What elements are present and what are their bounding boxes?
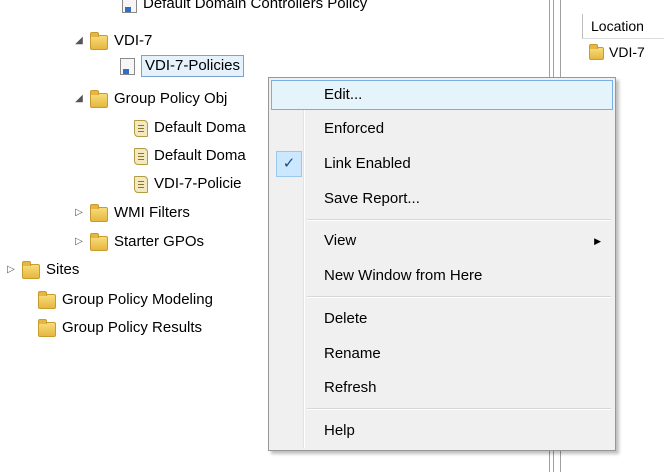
menu-item-label: Help — [324, 422, 355, 439]
tree-node-vdi-7-policies-gpo[interactable]: VDI-7-Policie — [134, 171, 242, 197]
menu-item-delete[interactable]: Delete — [271, 304, 613, 334]
results-icon — [38, 319, 56, 337]
tree-label: Sites — [46, 261, 80, 278]
menu-item-edit[interactable]: Edit... — [271, 80, 613, 110]
location-value: VDI-7 — [609, 44, 645, 60]
menu-item-label: Enforced — [324, 120, 385, 137]
location-cell[interactable]: VDI-7 — [589, 40, 645, 64]
tree-label: Starter GPOs — [114, 233, 205, 250]
collapsed-arrow-icon[interactable]: ▷ — [4, 263, 18, 277]
menu-separator — [307, 219, 611, 221]
tree-node-starter-gpos[interactable]: ▷ Starter GPOs — [72, 229, 204, 255]
tree-label: Default Doma — [154, 119, 246, 136]
column-header-location[interactable]: Location — [582, 14, 664, 39]
gpo-container-icon — [90, 90, 108, 108]
gpo-scroll-icon — [134, 175, 148, 193]
tree-node-wmi-filters[interactable]: ▷ WMI Filters — [72, 200, 190, 226]
wmi-filter-folder-icon — [90, 204, 108, 222]
menu-item-save-report[interactable]: Save Report... — [271, 184, 613, 214]
tree-label: Default Domain Controllers Policy — [143, 0, 368, 12]
starter-gpo-folder-icon — [90, 233, 108, 251]
gpo-scroll-icon — [134, 119, 148, 137]
tree-node-vdi-7-policies-link[interactable]: VDI-7-Policies — [120, 53, 245, 79]
menu-item-rename[interactable]: Rename — [271, 339, 613, 369]
menu-item-label: New Window from Here — [324, 267, 483, 284]
collapsed-arrow-icon[interactable]: ▷ — [72, 206, 86, 220]
tree-label: Group Policy Modeling — [62, 291, 213, 308]
menu-item-label: Delete — [324, 310, 368, 327]
menu-item-new-window-from-here[interactable]: New Window from Here — [271, 261, 613, 291]
menu-item-label: Refresh — [324, 379, 377, 396]
context-menu: Edit... Enforced ✓ Link Enabled Save Rep… — [268, 77, 616, 451]
menu-item-label: Link Enabled — [324, 155, 411, 172]
tree-label: Group Policy Results — [62, 319, 203, 336]
expanded-arrow-icon[interactable]: ◢ — [72, 92, 86, 106]
gpo-link-icon — [122, 0, 137, 13]
gpo-link-icon — [120, 57, 135, 75]
menu-separator — [307, 296, 611, 298]
menu-item-enforced[interactable]: Enforced — [271, 114, 613, 144]
menu-item-view[interactable]: View ▶ — [271, 226, 613, 256]
tree-node-default-domain-1[interactable]: Default Doma — [134, 115, 246, 141]
ou-folder-icon — [90, 32, 108, 50]
tree-label: Default Doma — [154, 147, 246, 164]
tree-label: Group Policy Obj — [114, 90, 228, 107]
tree-label: VDI-7 — [114, 32, 153, 49]
tree-label: VDI-7-Policie — [154, 175, 242, 192]
menu-item-label: Edit... — [324, 86, 363, 103]
menu-item-refresh[interactable]: Refresh — [271, 373, 613, 403]
tree-node-group-policy-results[interactable]: Group Policy Results — [38, 315, 202, 341]
menu-item-help[interactable]: Help — [271, 416, 613, 446]
tree-node-sites[interactable]: ▷ Sites — [4, 257, 79, 283]
gpo-scroll-icon — [134, 147, 148, 165]
menu-item-label: Rename — [324, 345, 381, 362]
menu-item-link-enabled[interactable]: ✓ Link Enabled — [271, 149, 613, 179]
expanded-arrow-icon[interactable]: ◢ — [72, 34, 86, 48]
tree-node-default-domain-2[interactable]: Default Doma — [134, 143, 246, 169]
sites-folder-icon — [22, 261, 40, 279]
collapsed-arrow-icon[interactable]: ▷ — [72, 235, 86, 249]
tree-node-default-domain-controllers-policy[interactable]: Default Domain Controllers Policy — [122, 0, 367, 17]
menu-item-label: Save Report... — [324, 190, 420, 207]
menu-item-label: View — [324, 232, 357, 249]
modeling-icon — [38, 291, 56, 309]
ou-folder-icon — [589, 44, 604, 60]
submenu-arrow-icon: ▶ — [594, 236, 601, 246]
tree-node-group-policy-objects[interactable]: ◢ Group Policy Obj — [72, 86, 227, 112]
check-icon: ✓ — [276, 151, 302, 177]
tree-label-selected: VDI-7-Policies — [141, 55, 245, 77]
tree-node-vdi-7[interactable]: ◢ VDI-7 — [72, 28, 152, 54]
menu-separator — [307, 408, 611, 410]
tree-node-group-policy-modeling[interactable]: Group Policy Modeling — [38, 287, 213, 313]
tree-label: WMI Filters — [114, 204, 190, 221]
